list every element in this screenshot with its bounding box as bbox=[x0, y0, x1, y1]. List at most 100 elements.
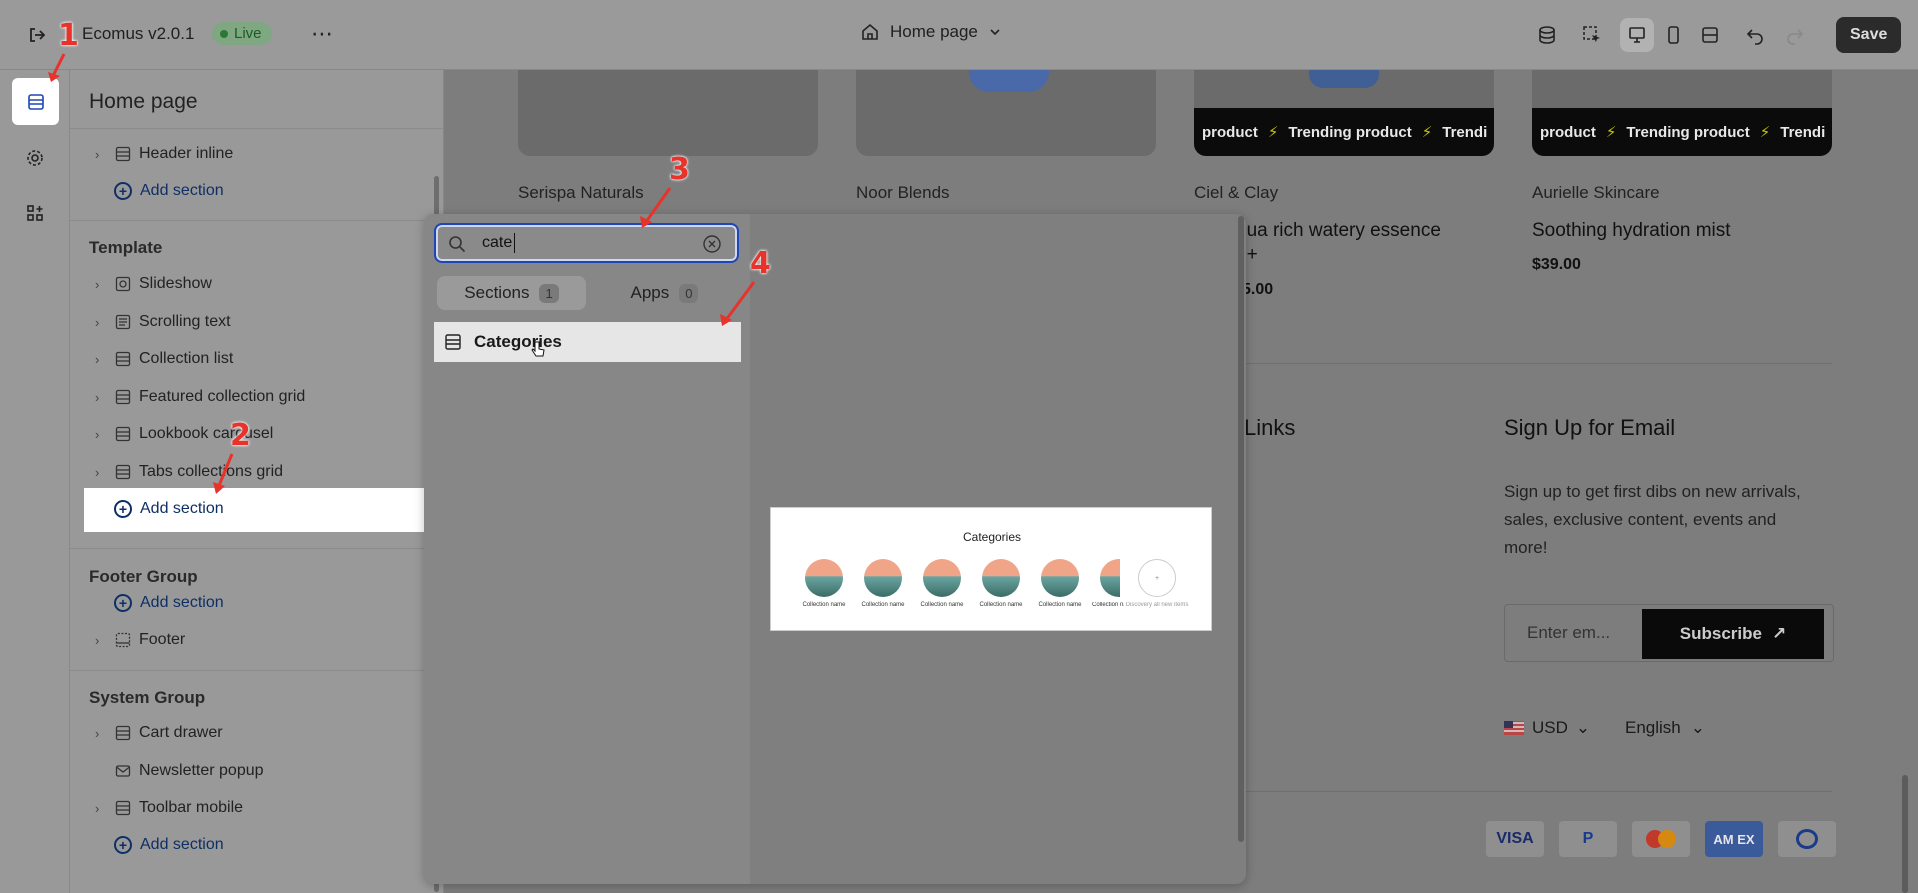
subscribe-label: Subscribe bbox=[1679, 624, 1762, 643]
product-brand: Noor Blends bbox=[856, 183, 950, 202]
product-title[interactable]: qua rich watery essence bbox=[1236, 220, 1441, 242]
mobile-view-icon[interactable] bbox=[1656, 18, 1690, 52]
annotation-arrow bbox=[48, 53, 66, 82]
product-price: $39.00 bbox=[1532, 256, 1581, 273]
apps-tab[interactable] bbox=[25, 203, 45, 228]
arrow-up-right-icon: ↗ bbox=[1771, 624, 1787, 643]
chevron-right-icon: › bbox=[95, 146, 100, 162]
section-label: Collection list bbox=[139, 350, 234, 367]
section-cart-drawer[interactable]: › Cart drawer bbox=[95, 724, 223, 742]
section-search-field[interactable]: cate bbox=[434, 223, 739, 263]
sidebar-title: Home page bbox=[89, 90, 198, 113]
add-section-footer-button[interactable]: + Add section bbox=[114, 594, 224, 612]
desktop-view-icon[interactable] bbox=[1620, 18, 1654, 52]
email-input[interactable]: Enter em... bbox=[1527, 623, 1610, 643]
section-label: Scrolling text bbox=[139, 313, 231, 330]
marquee-text: Trendi bbox=[1780, 123, 1826, 141]
search-input[interactable]: cate bbox=[482, 234, 512, 252]
section-icon bbox=[115, 464, 131, 480]
product-brand: Serispa Naturals bbox=[518, 183, 644, 202]
tab-sections[interactable]: Sections 1 bbox=[437, 276, 586, 310]
chevron-right-icon: › bbox=[95, 351, 100, 367]
preview-title: Categories bbox=[962, 530, 1022, 544]
collection-image-partial bbox=[1100, 559, 1120, 597]
collection-image bbox=[864, 559, 902, 597]
chevron-down-icon: ⌄ bbox=[1690, 718, 1706, 737]
tab-label: Sections bbox=[464, 283, 530, 302]
top-bar: Ecomus v2.0.1 Live ⋯ Home page Save bbox=[0, 0, 1918, 70]
footer-group-heading: Footer Group bbox=[89, 567, 198, 586]
links-heading: Links bbox=[1244, 415, 1296, 440]
section-icon bbox=[115, 146, 131, 162]
hand-cursor-icon bbox=[531, 341, 545, 357]
preview-scrollbar[interactable] bbox=[1902, 775, 1908, 893]
add-section-template-button[interactable]: + Add section bbox=[114, 500, 224, 518]
app-name: Ecomus v2.0.1 bbox=[82, 24, 195, 43]
chevron-right-icon: › bbox=[95, 276, 100, 292]
product-brand: Ciel & Clay bbox=[1194, 183, 1279, 202]
trending-marquee: product ⚡ Trending product ⚡ Trendi bbox=[1194, 108, 1494, 156]
section-icon bbox=[115, 725, 131, 741]
system-group-heading: System Group bbox=[89, 688, 206, 707]
product-title[interactable]: Soothing hydration mist bbox=[1532, 220, 1731, 242]
visa-icon: VISA bbox=[1486, 821, 1544, 857]
section-icon bbox=[115, 351, 131, 367]
section-header-inline[interactable]: › Header inline bbox=[95, 145, 233, 163]
chevron-right-icon: › bbox=[95, 389, 100, 405]
tab-count: 0 bbox=[679, 283, 699, 303]
redo-icon[interactable] bbox=[1778, 18, 1812, 52]
marquee-text: Trending product bbox=[1626, 123, 1750, 141]
save-button[interactable]: Save bbox=[1836, 17, 1902, 53]
undo-icon[interactable] bbox=[1738, 18, 1772, 52]
section-tabs-collections-grid[interactable]: › Tabs collections grid bbox=[95, 463, 283, 481]
chevron-right-icon: › bbox=[95, 725, 100, 741]
clear-search-icon[interactable] bbox=[702, 234, 722, 254]
language-selector[interactable]: English ⌄ bbox=[1625, 718, 1705, 738]
popup-list-panel bbox=[424, 214, 750, 884]
select-cursor-icon[interactable] bbox=[1575, 18, 1609, 52]
home-icon bbox=[862, 23, 878, 40]
page-selector[interactable]: Home page bbox=[860, 22, 1002, 42]
add-section-header-button[interactable]: + Add section bbox=[114, 182, 224, 200]
section-icon bbox=[115, 800, 131, 816]
chevron-right-icon: › bbox=[95, 426, 100, 442]
annotation-number: 3 bbox=[669, 152, 690, 187]
section-collection-list[interactable]: › Collection list bbox=[95, 350, 233, 368]
paypal-icon: P bbox=[1559, 821, 1617, 857]
fullscreen-icon[interactable] bbox=[1693, 18, 1727, 52]
currency-selector[interactable]: USD ⌄ bbox=[1504, 718, 1590, 738]
popup-scrollbar[interactable] bbox=[1238, 216, 1244, 842]
section-scrolling-text[interactable]: › Scrolling text bbox=[95, 313, 231, 331]
plus-circle-icon: + bbox=[114, 836, 132, 854]
collection-image bbox=[982, 559, 1020, 597]
chevron-right-icon: › bbox=[95, 464, 100, 480]
tab-count: 1 bbox=[539, 283, 559, 303]
settings-tab[interactable] bbox=[25, 148, 45, 173]
subscribe-button[interactable]: Subscribe ↗ bbox=[1642, 609, 1824, 659]
bolt-icon: ⚡ bbox=[1759, 124, 1771, 141]
search-result-categories[interactable]: Categories bbox=[434, 322, 741, 362]
database-icon[interactable] bbox=[1530, 18, 1564, 52]
section-newsletter-popup[interactable]: Newsletter popup bbox=[115, 762, 264, 780]
add-section-system-button[interactable]: + Add section bbox=[114, 836, 224, 854]
language-label: English bbox=[1625, 718, 1681, 737]
annotation-number: 2 bbox=[230, 418, 251, 453]
template-heading: Template bbox=[89, 238, 163, 257]
discovery-label: Discovery all new items bbox=[1125, 602, 1189, 608]
chevron-right-icon: › bbox=[95, 800, 100, 816]
left-rail bbox=[0, 70, 70, 893]
marquee-text: Trending product bbox=[1288, 123, 1412, 141]
section-footer[interactable]: › Footer bbox=[95, 631, 185, 649]
more-icon[interactable]: ⋯ bbox=[305, 17, 339, 51]
product-image bbox=[856, 70, 1156, 156]
exit-icon[interactable] bbox=[20, 18, 54, 52]
divider bbox=[1194, 363, 1832, 364]
bolt-icon: ⚡ bbox=[1267, 124, 1279, 141]
section-toolbar-mobile[interactable]: › Toolbar mobile bbox=[95, 799, 243, 817]
signup-text-line: Sign up to get first dibs on new arrival… bbox=[1504, 482, 1801, 501]
section-featured-collection-grid[interactable]: › Featured collection grid bbox=[95, 388, 305, 406]
section-slideshow[interactable]: › Slideshow bbox=[95, 275, 212, 293]
marquee-text: product bbox=[1202, 123, 1258, 141]
add-section-label: Add section bbox=[140, 836, 224, 853]
section-label: Toolbar mobile bbox=[139, 799, 244, 816]
